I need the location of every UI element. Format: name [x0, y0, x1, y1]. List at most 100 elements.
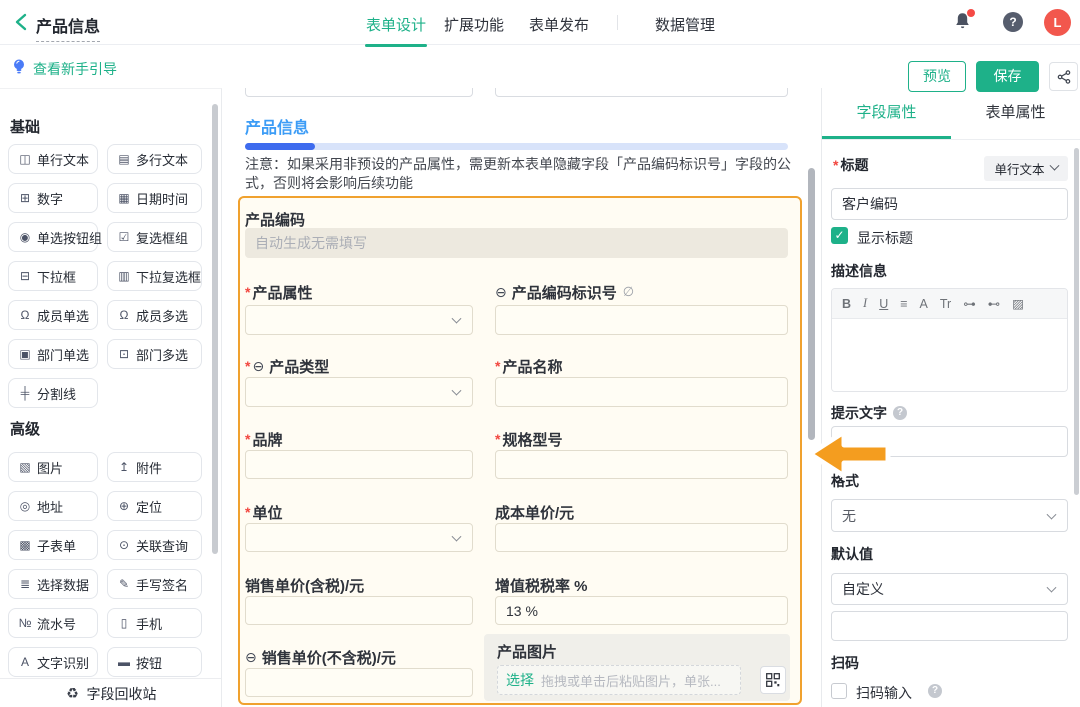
sidebar-item-address[interactable]: ◎地址 [8, 491, 98, 521]
upload-placeholder: 拖拽或单击后粘贴图片，单张... [541, 671, 721, 690]
sidebar-item-single-line-text[interactable]: ◫单行文本 [8, 144, 98, 174]
members-icon: Ω [116, 308, 132, 322]
section-progress-fill [245, 143, 315, 150]
tab-form-design[interactable]: 表单设计 [366, 14, 426, 35]
subform-icon: ▩ [17, 538, 33, 552]
upload-select-link[interactable]: 选择 [506, 670, 534, 690]
sidebar-item-radio-group[interactable]: ◉单选按钮组 [8, 222, 98, 252]
sidebar-item-subform[interactable]: ▩子表单 [8, 530, 98, 560]
notification-bell-icon[interactable] [953, 11, 975, 33]
field-label-product-image: 产品图片 [497, 642, 557, 660]
sidebar-item-attachment[interactable]: ↥附件 [107, 452, 202, 482]
spec-model-input[interactable] [495, 450, 788, 479]
sidebar-item-department-multi[interactable]: ⊡部门多选 [107, 339, 202, 369]
avatar[interactable]: L [1044, 9, 1071, 36]
form-designer-app: 产品信息 表单设计 扩展功能 表单发布 数据管理 ? L 查看新手引导 预览 保… [0, 0, 1080, 707]
format-select[interactable]: 无 [831, 499, 1068, 532]
insert-image-icon[interactable]: ▨ [1012, 296, 1024, 311]
underline-icon[interactable]: U [879, 297, 888, 311]
sidebar-item-linked-query[interactable]: ⊙关联查询 [107, 530, 202, 560]
formula-link-icon: ⊖ [245, 649, 257, 666]
product-attr-select[interactable] [245, 305, 473, 335]
preview-button[interactable]: 预览 [908, 61, 966, 92]
sidebar-item-department-single[interactable]: ▣部门单选 [8, 339, 98, 369]
code-identifier-input[interactable] [495, 305, 788, 335]
image-upload-dropzone[interactable]: 选择 拖拽或单击后粘贴图片，单张... [497, 665, 741, 695]
product-type-select[interactable] [245, 377, 473, 407]
sidebar-item-signature[interactable]: ✎手写签名 [107, 569, 202, 599]
panel-tabs: 字段属性 表单属性 [822, 88, 1080, 140]
tab-form-properties[interactable]: 表单属性 [951, 88, 1080, 139]
beginner-guide-link[interactable]: 查看新手引导 [33, 59, 117, 79]
field-type-selector[interactable]: 单行文本 [984, 156, 1068, 181]
sidebar-item-member-single[interactable]: Ω成员单选 [8, 300, 98, 330]
product-image-field[interactable]: 产品图片 选择 拖拽或单击后粘贴图片，单张... [484, 634, 790, 701]
field-label-cost-price: 成本单价/元 [495, 503, 574, 521]
tab-form-publish[interactable]: 表单发布 [529, 14, 589, 35]
sidebar-item-location[interactable]: ⊕定位 [107, 491, 202, 521]
align-left-icon[interactable]: ≡ [900, 297, 907, 311]
help-icon[interactable]: ? [1003, 12, 1023, 32]
cost-price-input[interactable] [495, 523, 788, 552]
section-progress-bar [245, 143, 788, 150]
font-color-icon[interactable]: A [920, 297, 928, 311]
field-label-code-identifier: ⊖产品编码标识号∅ [495, 283, 634, 301]
sidebar-item-phone[interactable]: ▯手机 [107, 608, 202, 638]
tab-field-properties[interactable]: 字段属性 [822, 88, 951, 139]
italic-icon[interactable]: I [863, 296, 867, 311]
field-label-product-attr: *产品属性 [245, 283, 312, 301]
page-title[interactable]: 产品信息 [36, 13, 100, 42]
product-name-input[interactable] [495, 377, 788, 407]
sidebar-item-dropdown-multi[interactable]: ▥下拉复选框 [107, 261, 202, 291]
sidebar-item-ocr[interactable]: A文字识别 [8, 647, 98, 677]
sidebar-item-select-data[interactable]: ≣选择数据 [8, 569, 98, 599]
default-custom-input[interactable] [831, 611, 1068, 641]
scan-input-checkbox[interactable] [831, 683, 847, 699]
panel-scrollbar[interactable] [1074, 148, 1079, 495]
sidebar-item-serial-number[interactable]: №流水号 [8, 608, 98, 638]
sidebar-item-divider[interactable]: ╪分割线 [8, 378, 98, 408]
unlink-icon[interactable]: ⊷ [988, 296, 1001, 311]
chevron-down-icon [1047, 583, 1057, 593]
back-icon[interactable] [12, 12, 32, 32]
brand-input[interactable] [245, 450, 473, 479]
sidebar-item-number[interactable]: ⊞数字 [8, 183, 98, 213]
formula-link-icon: ⊖ [495, 284, 507, 301]
link-icon[interactable]: ⊶ [963, 296, 976, 311]
help-icon[interactable]: ? [928, 684, 942, 698]
field-label-unit: *单位 [245, 503, 282, 521]
pointer-arrow [802, 425, 892, 490]
unit-select[interactable] [245, 523, 473, 552]
vat-rate-input[interactable] [495, 596, 788, 625]
selected-field-group[interactable]: 产品编码 *产品属性 ⊖产品编码标识号∅ *⊖产品类型 *产品名称 *品牌 *规… [238, 196, 802, 705]
previous-row-input-left[interactable] [245, 88, 473, 97]
sidebar-item-multi-line-text[interactable]: ▤多行文本 [107, 144, 202, 174]
sale-price-notax-input[interactable] [245, 668, 473, 697]
show-title-checkbox[interactable]: ✓ [831, 227, 848, 244]
tab-data-management[interactable]: 数据管理 [655, 14, 715, 35]
sidebar-item-button[interactable]: ▬按钮 [107, 647, 202, 677]
font-size-icon[interactable]: Tr [940, 297, 951, 311]
sidebar-item-member-multi[interactable]: Ω成员多选 [107, 300, 202, 330]
description-editor-body[interactable] [832, 319, 1067, 392]
sale-price-tax-input[interactable] [245, 596, 473, 625]
qr-scan-icon[interactable] [760, 666, 786, 694]
canvas-scrollbar[interactable] [808, 168, 815, 440]
field-recycle-bin[interactable]: ♻ 字段回收站 [0, 678, 221, 707]
share-button[interactable] [1049, 62, 1078, 91]
sidebar-item-dropdown[interactable]: ⊟下拉框 [8, 261, 98, 291]
sidebar-item-datetime[interactable]: ▦日期时间 [107, 183, 202, 213]
default-value-select[interactable]: 自定义 [831, 573, 1068, 605]
save-button[interactable]: 保存 [976, 61, 1039, 92]
description-editor[interactable]: B I U ≡ A Tr ⊶ ⊷ ▨ [831, 288, 1068, 392]
tab-extensions[interactable]: 扩展功能 [444, 14, 504, 35]
bold-icon[interactable]: B [842, 297, 851, 311]
product-code-input[interactable] [245, 228, 788, 258]
title-value-input[interactable] [831, 188, 1068, 220]
sidebar-scrollbar[interactable] [212, 104, 218, 554]
form-section-title[interactable]: 产品信息 [245, 114, 309, 138]
help-icon[interactable]: ? [893, 406, 907, 420]
sidebar-item-checkbox-group[interactable]: ☑复选框组 [107, 222, 202, 252]
sidebar-item-image[interactable]: ▧图片 [8, 452, 98, 482]
previous-row-input-right[interactable] [495, 88, 788, 97]
